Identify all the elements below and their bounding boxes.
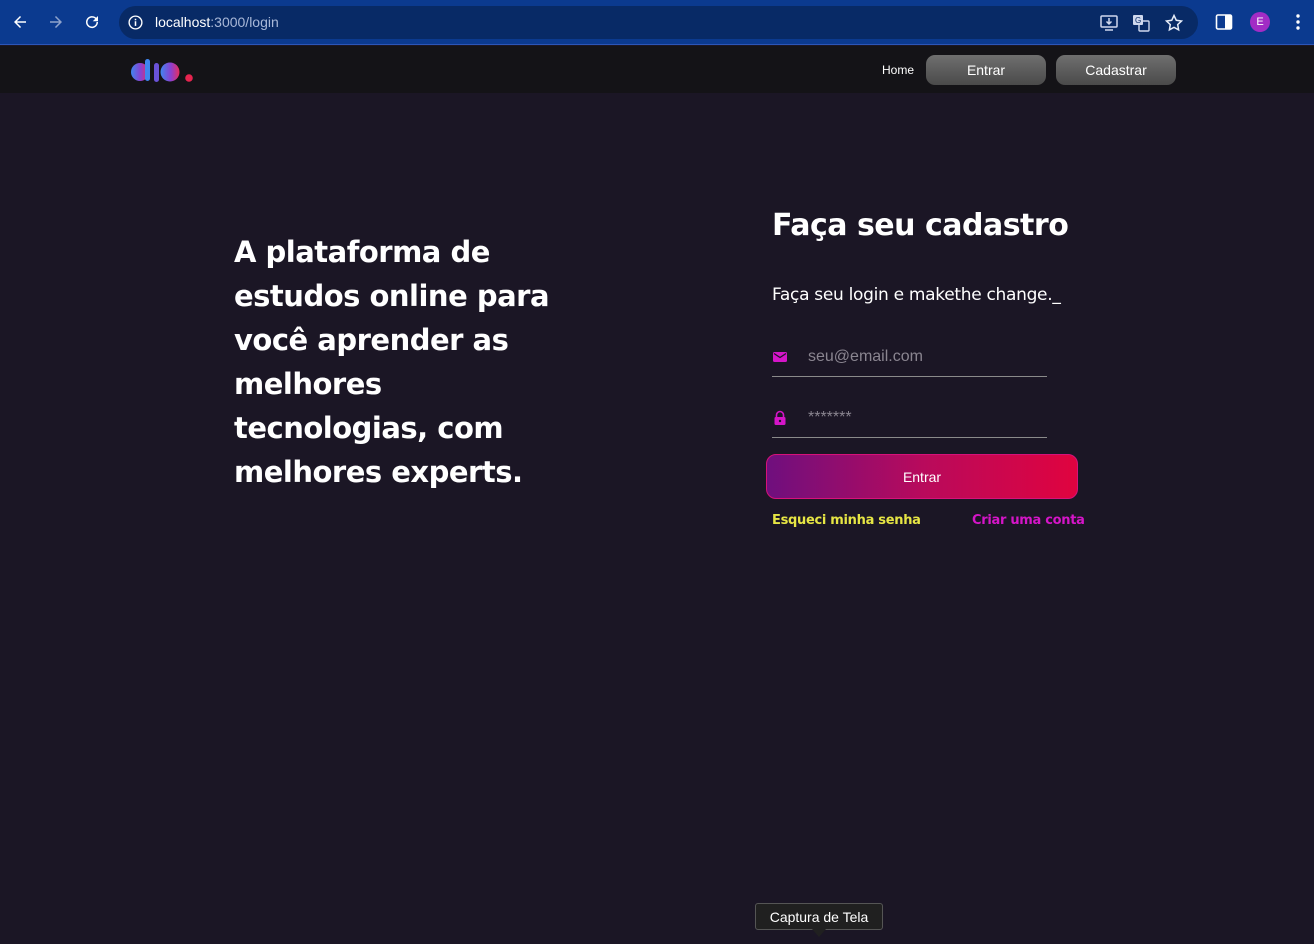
- email-field[interactable]: [772, 339, 1047, 377]
- nav-home-link[interactable]: Home: [882, 63, 914, 77]
- password-field[interactable]: [772, 400, 1047, 438]
- screenshot-tooltip: Captura de Tela: [755, 903, 883, 930]
- form-subtitle: Faça seu login e makethe change._: [772, 285, 1061, 305]
- forward-icon[interactable]: [44, 10, 68, 34]
- email-icon: [773, 352, 787, 362]
- back-icon[interactable]: [8, 10, 32, 34]
- profile-avatar[interactable]: E: [1250, 12, 1270, 32]
- dio-logo[interactable]: [129, 57, 197, 85]
- reload-icon[interactable]: [80, 10, 104, 34]
- password-input[interactable]: [808, 406, 1043, 430]
- bookmark-star-icon[interactable]: [1164, 13, 1184, 33]
- menu-icon[interactable]: [1294, 12, 1302, 32]
- email-input[interactable]: [808, 345, 1043, 369]
- create-account-link[interactable]: Criar uma conta: [972, 513, 1085, 528]
- translate-icon[interactable]: G: [1131, 13, 1151, 33]
- site-info-icon[interactable]: [127, 14, 144, 31]
- forgot-password-link[interactable]: Esqueci minha senha: [772, 513, 921, 528]
- install-app-icon[interactable]: [1099, 13, 1119, 33]
- hero-headline: A plataforma de estudos online para você…: [234, 235, 550, 489]
- header-login-button[interactable]: Entrar: [926, 55, 1046, 85]
- header-signup-button[interactable]: Cadastrar: [1056, 55, 1176, 85]
- browser-toolbar: localhost:3000/login G E: [0, 0, 1314, 45]
- address-bar[interactable]: localhost:3000/login G: [119, 6, 1198, 39]
- url-text[interactable]: localhost:3000/login: [155, 14, 279, 30]
- login-submit-button[interactable]: Entrar: [766, 454, 1078, 499]
- lock-icon: [774, 410, 786, 425]
- tooltip-arrow: [812, 929, 826, 937]
- side-panel-icon[interactable]: [1214, 12, 1234, 32]
- svg-text:G: G: [1135, 16, 1141, 25]
- form-title: Faça seu cadastro: [772, 208, 1069, 243]
